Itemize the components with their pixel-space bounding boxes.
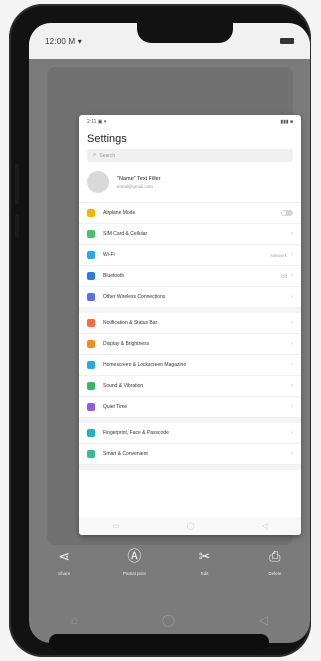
search-placeholder: Search <box>99 152 116 159</box>
setting-label: Sound & Vibration <box>103 383 144 389</box>
settings-row[interactable]: Smart & Convenient › <box>79 444 301 465</box>
setting-icon <box>87 340 95 348</box>
avatar <box>87 171 109 193</box>
settings-row[interactable]: Airplane Mode <box>79 203 301 224</box>
camera-notch <box>137 23 233 43</box>
chevron-right-icon: › <box>291 362 293 368</box>
edit-icon: ✂ <box>198 548 211 564</box>
back-icon[interactable]: ◁ <box>259 613 268 627</box>
settings-row[interactable]: Display & Brightness › <box>79 334 301 355</box>
settings-row[interactable]: Fingerprint, Face & Passcode › <box>79 423 301 444</box>
setting-label: Airplane Mode <box>103 210 136 216</box>
setting-value: Off <box>281 273 287 279</box>
settings-row[interactable]: Wi-Fi Network › <box>79 245 301 266</box>
account-name: "Name" Text Filler <box>117 175 161 182</box>
search-input[interactable]: ⌕ Search <box>87 149 293 162</box>
settings-row[interactable]: Notification & Status Bar › <box>79 313 301 334</box>
setting-label: Smart & Convenient <box>103 451 148 457</box>
action-label: Partial print <box>122 571 146 576</box>
setting-icon <box>87 450 95 458</box>
search-icon: ⌕ <box>93 152 97 158</box>
status-time: 12:00 M ▾ <box>45 37 82 46</box>
home-icon[interactable]: ◯ <box>162 613 175 627</box>
chevron-right-icon: › <box>291 341 293 347</box>
setting-icon <box>87 251 95 259</box>
power-button <box>15 214 19 238</box>
setting-label: Other Wireless Connections <box>103 294 166 300</box>
screen: 12:00 M ▾ 2:11 ▣ ▾ ▮▮▮ ■ Settings ⌕ Sear… <box>29 23 310 643</box>
chevron-right-icon: › <box>291 451 293 457</box>
chevron-right-icon: › <box>291 252 293 258</box>
settings-list: Airplane Mode SIM Card & Cellular › Wi-Fi Ne… <box>79 203 301 470</box>
settings-group: Fingerprint, Face & Passcode › Smart & Con… <box>79 423 301 470</box>
chevron-right-icon: › <box>291 320 293 326</box>
phone-chin <box>49 634 269 650</box>
setting-icon <box>87 230 95 238</box>
account-email: email@gmail.com <box>117 183 153 189</box>
preview-status-right: ▮▮▮ ■ <box>280 119 293 125</box>
setting-label: Fingerprint, Face & Passcode <box>103 430 169 436</box>
setting-label: SIM Card & Cellular <box>103 231 148 237</box>
preview-back-icon: ◁ <box>261 523 268 530</box>
screenshot-actions: ⋖ Share Ⓐ Partial print ✂ Edit ⎙ Delete <box>29 547 310 597</box>
preview-home-icon: ◯ <box>186 523 195 530</box>
settings-row[interactable]: Bluetooth Off › <box>79 266 301 287</box>
battery-icon <box>280 38 294 44</box>
setting-icon <box>87 382 95 390</box>
bottom-nav-bar: ⌂ ◯ ◁ <box>29 607 310 633</box>
setting-icon <box>87 293 95 301</box>
setting-icon <box>87 272 95 280</box>
setting-icon <box>87 209 95 217</box>
settings-group: Airplane Mode SIM Card & Cellular › Wi-Fi Ne… <box>79 203 301 313</box>
toggle-switch[interactable] <box>281 210 293 216</box>
action-label: Share <box>58 571 71 576</box>
share-icon: ⋖ <box>58 548 70 564</box>
chevron-right-icon: › <box>291 273 293 279</box>
settings-title: Settings <box>87 133 127 145</box>
screenshot-preview-card[interactable]: 2:11 ▣ ▾ ▮▮▮ ■ Settings ⌕ Search "Name" … <box>79 115 301 535</box>
chevron-right-icon: › <box>291 383 293 389</box>
action-label: Edit <box>200 571 209 576</box>
account-row[interactable]: "Name" Text Filler email@gmail.com <box>79 162 301 203</box>
edit-button[interactable]: ✂ Edit <box>177 547 233 597</box>
setting-label: Notification & Status Bar <box>103 320 158 326</box>
preview-status-left: 2:11 ▣ ▾ <box>87 119 107 125</box>
setting-label: Homescreen & Lockscreen Magazine <box>103 362 187 368</box>
settings-row[interactable]: SIM Card & Cellular › <box>79 224 301 245</box>
setting-value: Network <box>270 252 287 258</box>
action-label: Delete <box>268 571 282 576</box>
setting-label: Bluetooth <box>103 273 125 279</box>
settings-row[interactable]: Other Wireless Connections › <box>79 287 301 308</box>
phone-frame: 12:00 M ▾ 2:11 ▣ ▾ ▮▮▮ ■ Settings ⌕ Sear… <box>9 4 311 657</box>
preview-nav-bar: ▭ ◯ ◁ <box>79 517 301 535</box>
preview-status-bar: 2:11 ▣ ▾ ▮▮▮ ■ <box>79 115 301 129</box>
chevron-right-icon: › <box>291 231 293 237</box>
setting-icon <box>87 319 95 327</box>
setting-icon <box>87 403 95 411</box>
setting-icon <box>87 361 95 369</box>
settings-group: Notification & Status Bar › Display & Brig… <box>79 313 301 423</box>
partial-print-button[interactable]: Ⓐ Partial print <box>106 547 162 597</box>
chevron-right-icon: › <box>291 294 293 300</box>
volume-button <box>15 164 19 204</box>
settings-row[interactable]: Sound & Vibration › <box>79 376 301 397</box>
setting-label: Wi-Fi <box>103 252 115 258</box>
delete-button[interactable]: ⎙ Delete <box>247 547 303 597</box>
chevron-right-icon: › <box>291 430 293 436</box>
chevron-right-icon: › <box>291 404 293 410</box>
setting-label: Quiet Time <box>103 404 128 410</box>
share-button[interactable]: ⋖ Share <box>36 547 92 597</box>
setting-icon <box>87 429 95 437</box>
settings-row[interactable]: Homescreen & Lockscreen Magazine › <box>79 355 301 376</box>
recent-apps-icon[interactable]: ⌂ <box>71 613 78 627</box>
setting-label: Display & Brightness <box>103 341 150 347</box>
preview-recent-icon: ▭ <box>112 523 120 530</box>
partial-scroll-icon: Ⓐ <box>127 548 142 564</box>
delete-icon: ⎙ <box>269 548 281 564</box>
settings-row[interactable]: Quiet Time › <box>79 397 301 418</box>
